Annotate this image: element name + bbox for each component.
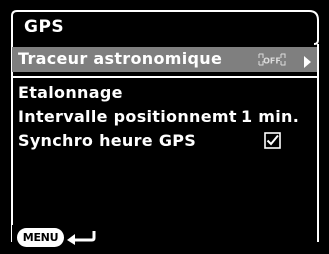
off-text: OFF: [263, 57, 281, 66]
off-icon: OFF: [257, 51, 287, 68]
menu-item-traceur-astronomique[interactable]: Traceur astronomique OFF: [12, 47, 317, 72]
menu-item-label: Etalonnage: [18, 83, 123, 102]
menu-item-label: Intervalle positionnemt: [18, 107, 237, 126]
menu-item-intervalle-positionnemt[interactable]: Intervalle positionnemt: [18, 107, 237, 126]
menu-item-label: Synchro heure GPS: [18, 131, 197, 150]
menu-item-label: Traceur astronomique: [18, 49, 223, 68]
divider: [12, 76, 317, 78]
camera-menu-screen: GPS Traceur astronomique OFF Etalonnage …: [0, 0, 329, 254]
right-arrow-icon[interactable]: [303, 53, 312, 68]
interval-value: 1 min.: [241, 107, 300, 126]
menu-item-synchro-heure-gps[interactable]: Synchro heure GPS: [18, 131, 196, 150]
menu-button[interactable]: MENU: [17, 228, 64, 247]
back-arrow-icon[interactable]: [64, 227, 98, 245]
menu-frame: [9, 10, 321, 242]
checkbox-checked-icon[interactable]: [264, 132, 281, 149]
page-title: GPS: [24, 17, 65, 37]
menu-item-etalonnage[interactable]: Etalonnage: [18, 83, 123, 102]
